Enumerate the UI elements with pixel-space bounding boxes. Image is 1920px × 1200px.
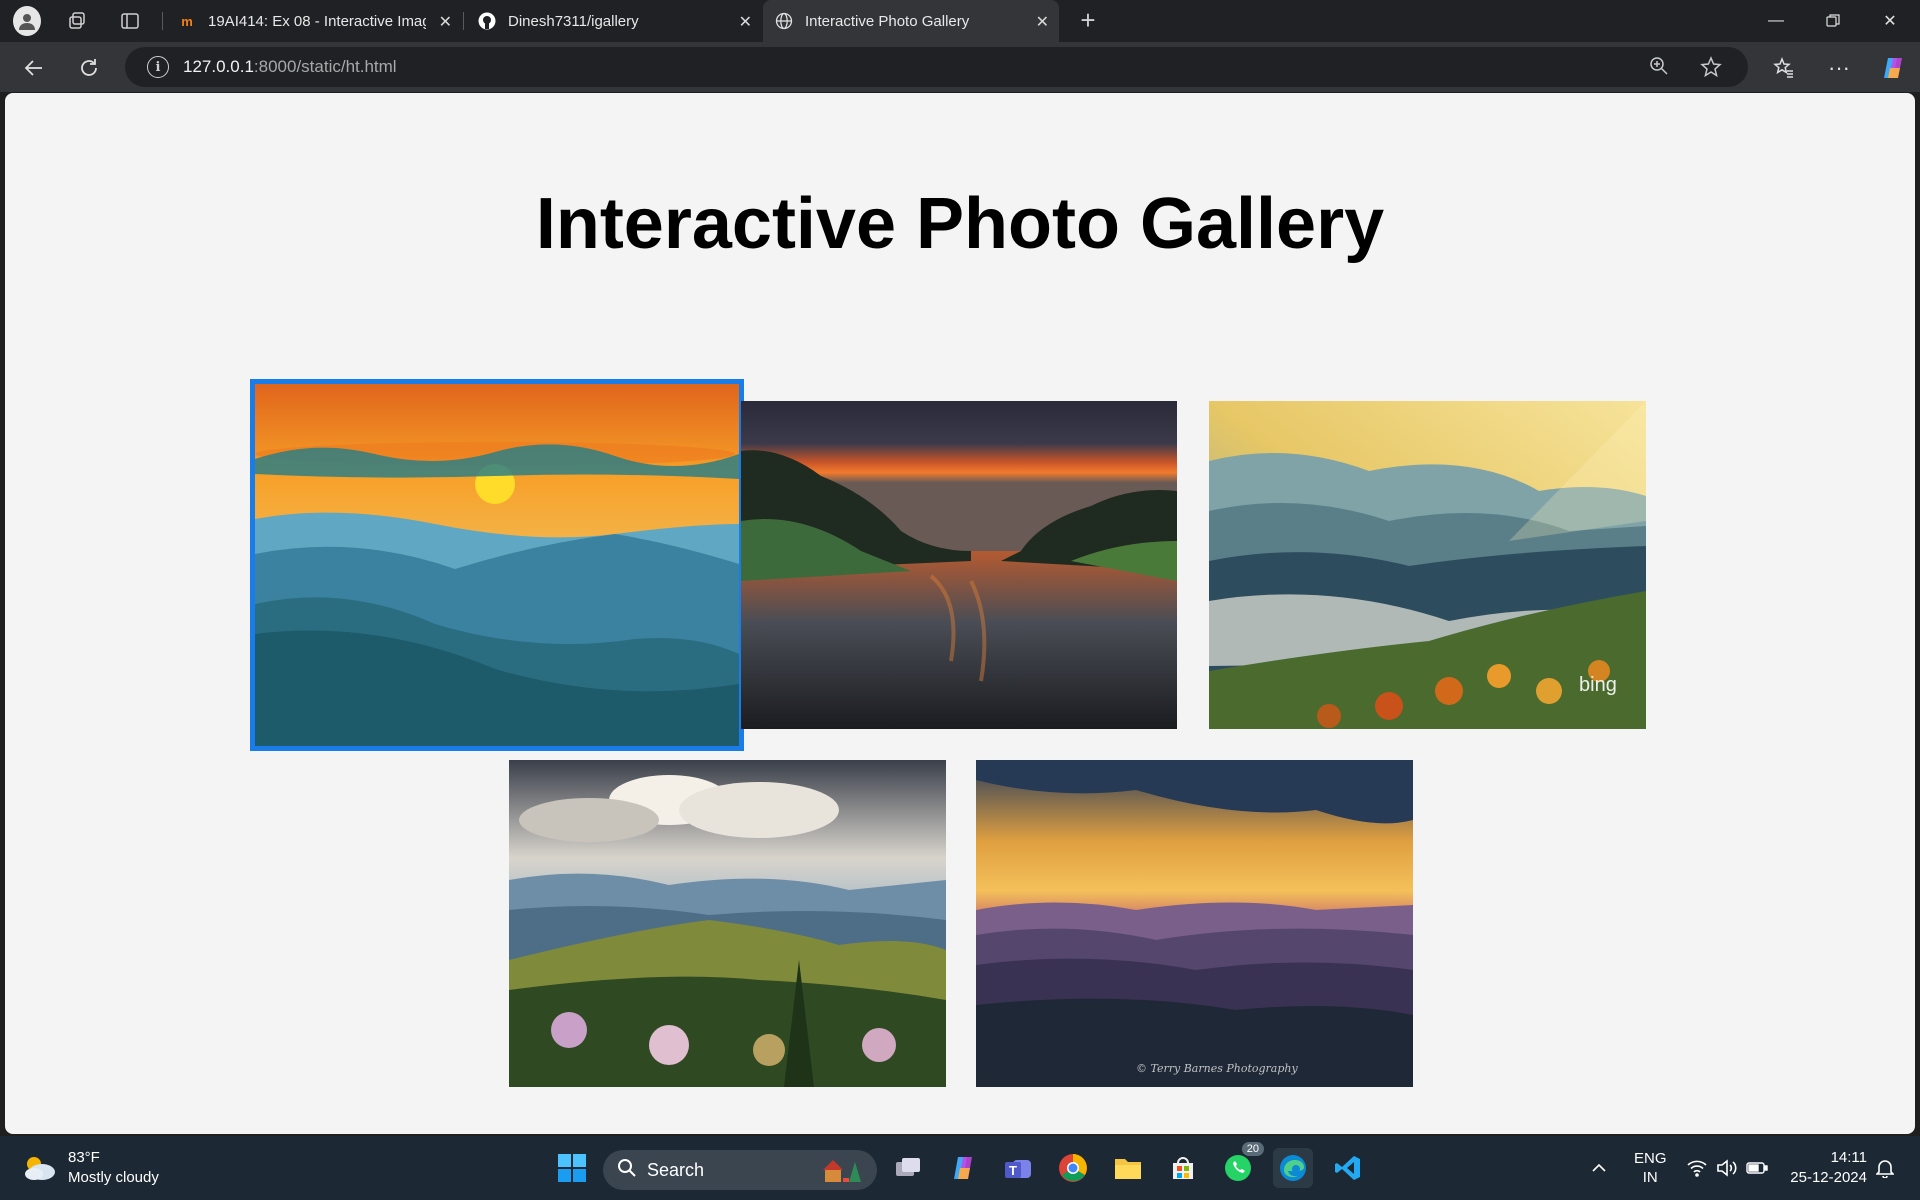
weather-temperature: 83°F xyxy=(68,1149,100,1166)
windows-start-icon[interactable] xyxy=(552,1148,592,1188)
file-explorer-icon[interactable] xyxy=(1108,1148,1148,1188)
tab-title: Interactive Photo Gallery xyxy=(805,12,970,30)
wifi-icon[interactable] xyxy=(1686,1136,1708,1200)
microsoft-store-icon[interactable] xyxy=(1163,1148,1203,1188)
region-code: IN xyxy=(1642,1169,1658,1186)
whatsapp-icon[interactable]: 20 xyxy=(1218,1142,1264,1188)
chrome-icon[interactable] xyxy=(1053,1148,1093,1188)
page-title: Interactive Photo Gallery xyxy=(535,184,1385,264)
battery-icon[interactable] xyxy=(1746,1136,1768,1200)
profile-icon[interactable] xyxy=(13,6,41,36)
tab-github[interactable]: Dinesh7311/igallery ✕ xyxy=(466,0,762,42)
globe-icon xyxy=(775,12,793,30)
search-label: Search xyxy=(647,1159,705,1180)
more-menu-icon[interactable]: ··· xyxy=(1823,52,1855,84)
minimize-icon[interactable]: — xyxy=(1748,0,1804,42)
restore-icon[interactable] xyxy=(1805,0,1861,42)
tab-title: Dinesh7311/igallery xyxy=(508,12,639,30)
vscode-icon[interactable] xyxy=(1328,1148,1368,1188)
moodle-icon: m xyxy=(181,13,193,29)
photographer-watermark: © Terry Barnes Photography xyxy=(1136,1062,1298,1075)
gallery-photo-golden-ridges[interactable]: © Terry Barnes Photography xyxy=(976,760,1413,1087)
zoom-icon[interactable] xyxy=(1649,56,1669,82)
edge-icon[interactable] xyxy=(1273,1148,1313,1188)
taskbar-search[interactable]: Search xyxy=(603,1150,877,1190)
new-tab-icon[interactable]: + xyxy=(1074,5,1102,35)
tab-title: 19AI414: Ex 08 - Interactive Image xyxy=(208,12,426,30)
weather-widget[interactable]: 83°F Mostly cloudy xyxy=(22,1148,159,1188)
gallery-photo-sunset-mountains[interactable] xyxy=(250,379,744,751)
bing-watermark: bing xyxy=(1579,674,1617,696)
volume-icon[interactable] xyxy=(1716,1136,1738,1200)
teams-icon[interactable]: T xyxy=(998,1148,1038,1188)
clock-date: 25-12-2024 xyxy=(1790,1169,1867,1186)
windows-taskbar: 83°F Mostly cloudy Search T 20 ENG IN 14… xyxy=(0,1136,1920,1200)
favorite-star-icon[interactable] xyxy=(1700,56,1722,84)
notification-badge: 20 xyxy=(1241,1142,1264,1156)
workspaces-icon[interactable] xyxy=(63,7,91,35)
github-icon xyxy=(478,12,496,30)
language-indicator[interactable]: ENG IN xyxy=(1634,1136,1667,1200)
url-host: 127.0.0.1 xyxy=(183,57,254,76)
gallery-photo-river-dusk[interactable] xyxy=(741,401,1177,729)
page-viewport: Interactive Photo Gallery bing © Terry B… xyxy=(5,93,1915,1134)
close-icon[interactable]: ✕ xyxy=(739,12,752,32)
site-info-icon[interactable]: i xyxy=(147,56,169,78)
clock-time: 14:11 xyxy=(1830,1149,1867,1166)
language-code: ENG xyxy=(1634,1150,1667,1167)
url-text: 127.0.0.1:8000/static/ht.html xyxy=(183,57,397,77)
favorites-icon[interactable] xyxy=(1768,52,1800,84)
gallery-photo-misty-hills[interactable]: bing xyxy=(1209,401,1646,729)
search-icon xyxy=(617,1158,637,1183)
close-icon[interactable]: ✕ xyxy=(439,12,452,32)
tab-moodle[interactable]: m 19AI414: Ex 08 - Interactive Image ✕ xyxy=(166,0,462,42)
holiday-house-icon xyxy=(819,1156,863,1189)
close-icon[interactable]: ✕ xyxy=(1036,12,1049,32)
url-path: :8000/static/ht.html xyxy=(253,57,397,76)
svg-text:T: T xyxy=(1009,1163,1017,1178)
browser-tab-bar: m 19AI414: Ex 08 - Interactive Image ✕ D… xyxy=(0,0,1920,42)
refresh-icon[interactable] xyxy=(73,52,105,84)
close-window-icon[interactable]: ✕ xyxy=(1862,0,1918,42)
vertical-tabs-icon[interactable] xyxy=(116,7,144,35)
copilot-taskbar-icon[interactable] xyxy=(943,1148,983,1188)
show-hidden-icons[interactable] xyxy=(1590,1136,1608,1200)
weather-description: Mostly cloudy xyxy=(68,1169,159,1186)
url-bar[interactable]: i 127.0.0.1:8000/static/ht.html xyxy=(125,47,1748,87)
clock[interactable]: 14:11 25-12-2024 xyxy=(1787,1136,1867,1200)
address-toolbar: i 127.0.0.1:8000/static/ht.html ··· xyxy=(0,42,1920,92)
gallery-photo-green-mountains[interactable] xyxy=(509,760,946,1087)
notification-bell-icon[interactable] xyxy=(1876,1136,1894,1200)
tab-photo-gallery[interactable]: Interactive Photo Gallery ✕ xyxy=(763,0,1059,42)
copilot-icon[interactable] xyxy=(1877,52,1909,84)
back-icon[interactable] xyxy=(18,52,50,84)
cloud-sun-icon xyxy=(22,1154,56,1182)
task-view-icon[interactable] xyxy=(888,1148,928,1188)
